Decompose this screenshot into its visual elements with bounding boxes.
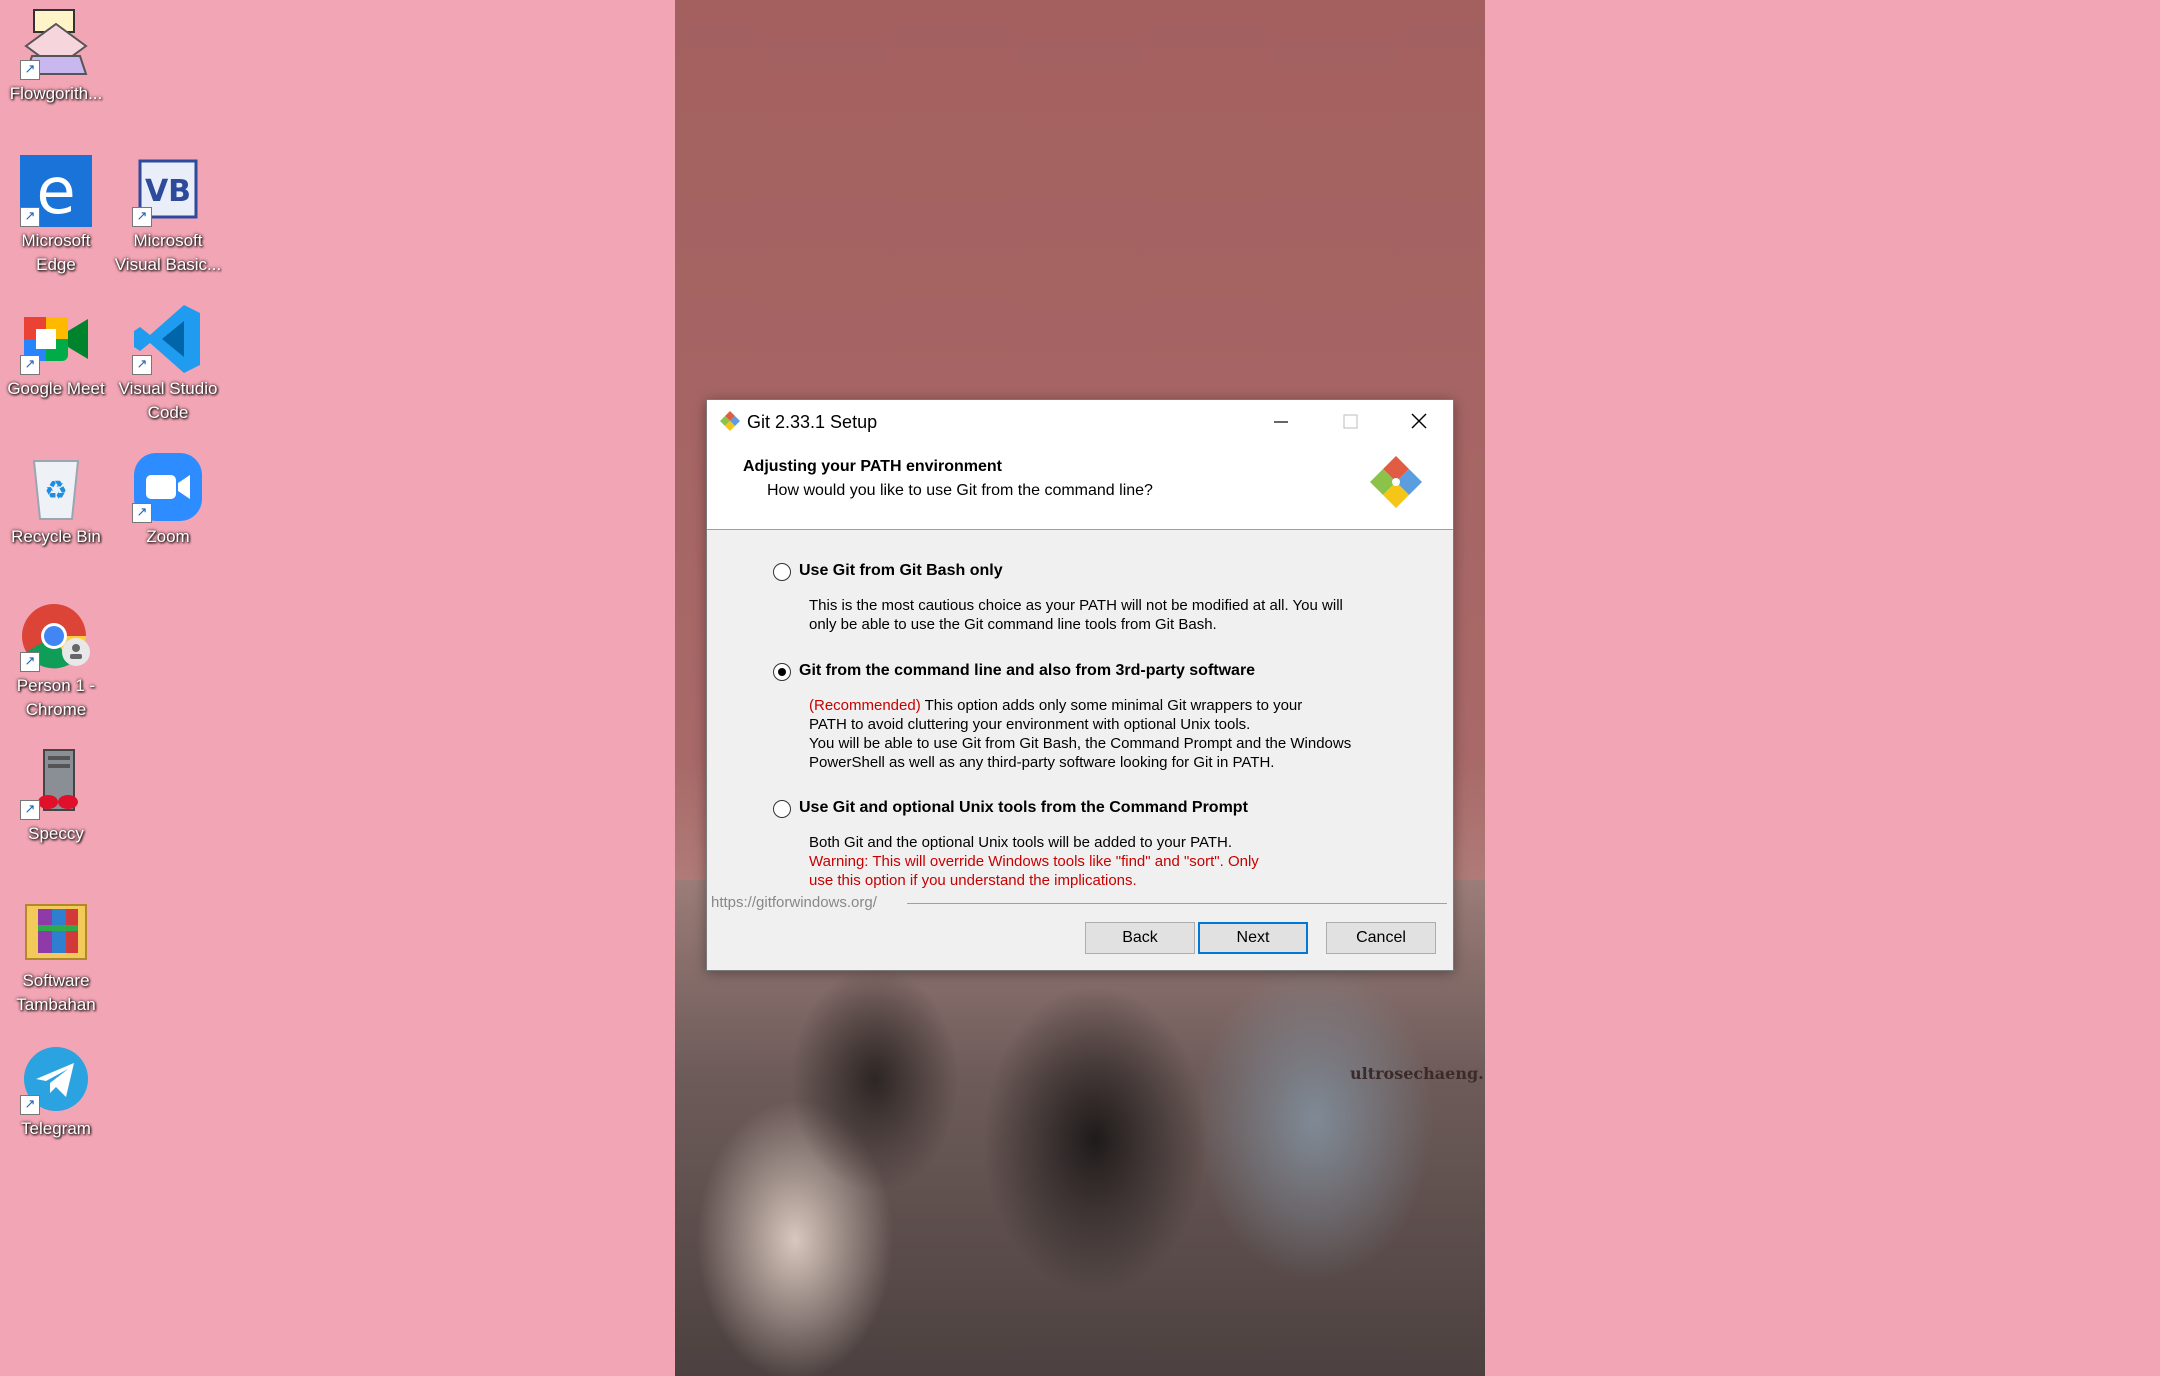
shortcut-arrow-icon: ↗ (20, 60, 40, 80)
svg-text:e: e (36, 155, 75, 227)
desktop-icon-speccy[interactable]: ↗ Speccy (0, 748, 112, 846)
desktop-icon-label: Software Tambahan (16, 971, 96, 1014)
description-line: PATH to avoid cluttering your environmen… (809, 716, 1251, 733)
back-button[interactable]: Back (1085, 922, 1195, 954)
shortcut-arrow-icon: ↗ (20, 1095, 40, 1115)
desktop-icon-label: Microsoft Edge (21, 231, 91, 274)
option-label: Git from the command line and also from … (799, 662, 1256, 679)
description-line: This is the most cautious choice as your… (809, 597, 1343, 614)
minimize-icon (1274, 421, 1288, 423)
option-label: Use Git and optional Unix tools from the… (799, 799, 1248, 816)
desktop-icon-google-meet[interactable]: ↗ Google Meet (0, 303, 112, 401)
shortcut-arrow-icon: ↗ (132, 207, 152, 227)
edge-icon: e ↗ (20, 155, 92, 229)
desktop-icon-label: Visual Studio Code (118, 379, 218, 422)
shortcut-arrow-icon: ↗ (20, 207, 40, 227)
minimize-button[interactable] (1245, 400, 1315, 444)
close-button[interactable] (1383, 400, 1453, 444)
desktop-icon-label: Speccy (28, 824, 84, 843)
window-title: Git 2.33.1 Setup (747, 412, 878, 432)
description-line: PowerShell as well as any third-party so… (809, 754, 1275, 771)
radio-git-and-unix-tools[interactable] (773, 800, 791, 818)
wizard-header: Adjusting your PATH environment How woul… (707, 444, 1453, 530)
desktop-icon-label: Zoom (146, 527, 190, 546)
desktop-icon-label: Recycle Bin (11, 527, 101, 546)
google-meet-icon: ↗ (20, 303, 92, 375)
option-description: Both Git and the optional Unix tools wil… (809, 833, 1399, 890)
footer-url-divider: https://gitforwindows.org/ (707, 894, 1453, 914)
desktop-icon-recycle-bin[interactable]: ♻ Recycle Bin (0, 451, 112, 549)
maximize-icon (1343, 414, 1358, 429)
speccy-icon: ↗ (20, 748, 92, 820)
page-heading: Adjusting your PATH environment (743, 458, 1002, 475)
description-line: only be able to use the Git command line… (809, 616, 1217, 633)
desktop-icon-telegram[interactable]: ↗ Telegram (0, 1043, 112, 1141)
warning-line: use this option if you understand the im… (809, 872, 1137, 889)
footer-divider (907, 903, 1447, 904)
desktop-icon-software-tambahan[interactable]: Software Tambahan (0, 895, 112, 1017)
radio-command-line-and-3rd-party[interactable] (773, 663, 791, 681)
visual-basic-icon: VB ↗ (132, 155, 204, 227)
shortcut-arrow-icon: ↗ (20, 800, 40, 820)
description-line: You will be able to use Git from Git Bas… (809, 735, 1352, 752)
git-logo-icon (1370, 456, 1422, 508)
shortcut-arrow-icon: ↗ (132, 503, 152, 523)
cancel-button[interactable]: Cancel (1326, 922, 1436, 954)
shortcut-arrow-icon: ↗ (20, 355, 40, 375)
svg-text:♻: ♻ (44, 476, 67, 506)
zoom-icon: ↗ (132, 451, 204, 523)
desktop-icon-flowgorithm[interactable]: ↗ Flowgorith... (0, 8, 112, 106)
option-description: (Recommended) This option adds only some… (809, 696, 1399, 772)
vscode-icon: ↗ (132, 303, 204, 375)
desktop-icon-label: Flowgorith... (9, 84, 103, 103)
shortcut-arrow-icon: ↗ (20, 652, 40, 672)
warning-line: Warning: This will override Windows tool… (809, 853, 1259, 870)
shortcut-arrow-icon: ↗ (132, 355, 152, 375)
desktop-icon-label: Microsoft Visual Basic... (114, 231, 222, 274)
close-icon (1411, 413, 1427, 429)
desktop-icon-chrome[interactable]: ↗ Person 1 - Chrome (0, 600, 112, 722)
next-button[interactable]: Next (1198, 922, 1308, 954)
description-line: Both Git and the optional Unix tools wil… (809, 834, 1233, 851)
radio-git-bash-only[interactable] (773, 563, 791, 581)
gitforwindows-url: https://gitforwindows.org/ (711, 894, 877, 911)
chrome-icon: ↗ (20, 600, 92, 672)
wallpaper-watermark: ultrosechaeng. (1350, 1064, 1484, 1083)
title-bar[interactable]: Git 2.33.1 Setup (707, 400, 1453, 444)
telegram-icon: ↗ (20, 1043, 92, 1115)
recycle-bin-icon: ♻ (20, 451, 92, 523)
desktop-icon-vscode[interactable]: ↗ Visual Studio Code (112, 303, 224, 425)
page-subheading: How would you like to use Git from the c… (767, 482, 1153, 499)
maximize-button (1315, 400, 1385, 444)
git-setup-dialog: Git 2.33.1 Setup Adjusting your PATH env… (706, 399, 1454, 971)
desktop-icon-visual-basic[interactable]: VB ↗ Microsoft Visual Basic... (112, 155, 224, 277)
desktop-icon-label: Google Meet (7, 379, 105, 398)
desktop-icon-edge[interactable]: e ↗ Microsoft Edge (0, 155, 112, 277)
option-label: Use Git from Git Bash only (799, 562, 1003, 579)
svg-text:VB: VB (145, 174, 191, 209)
desktop-icon-label: Telegram (21, 1119, 91, 1138)
winrar-folder-icon (20, 895, 92, 967)
desktop-icon-label: Person 1 - Chrome (16, 676, 96, 719)
recommended-tag: (Recommended) (809, 697, 921, 714)
flowgorithm-icon: ↗ (20, 8, 92, 80)
description-line: This option adds only some minimal Git w… (920, 697, 1303, 714)
option-description: This is the most cautious choice as your… (809, 596, 1399, 634)
desktop-icon-zoom[interactable]: ↗ Zoom (112, 451, 224, 549)
git-setup-app-icon (720, 411, 740, 431)
